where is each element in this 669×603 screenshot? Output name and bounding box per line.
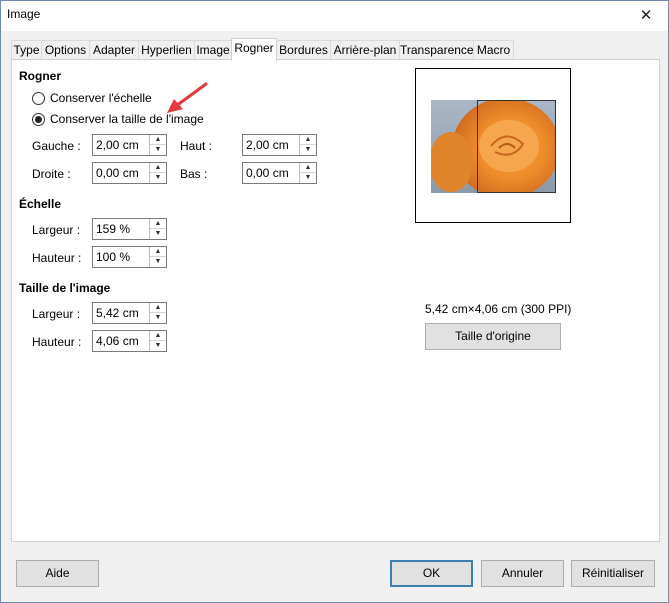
bottom-spin-buttons: ▲ ▼ — [299, 163, 316, 183]
spin-down-icon[interactable]: ▼ — [300, 145, 316, 155]
spin-down-icon[interactable]: ▼ — [150, 229, 166, 239]
crop-preview — [415, 68, 571, 223]
tab-crop[interactable]: Rogner — [231, 38, 277, 61]
scale-width-spinfield[interactable]: 159 % ▲ ▼ — [92, 218, 167, 240]
spin-down-icon[interactable]: ▼ — [150, 145, 166, 155]
tab-hyperlink[interactable]: Hyperlien — [138, 40, 195, 60]
top-label: Haut : — [180, 139, 213, 153]
annotation-arrow-shaft — [174, 82, 208, 108]
image-size-section-title: Taille de l'image — [19, 281, 111, 295]
bottom-label: Bas : — [180, 167, 208, 181]
tab-adapter[interactable]: Adapter — [89, 40, 139, 60]
title-bar: Image ✕ — [1, 1, 668, 31]
tab-borders[interactable]: Bordures — [276, 40, 331, 60]
image-height-label: Hauteur : — [32, 335, 82, 349]
left-spinfield[interactable]: 2,00 cm ▲ ▼ — [92, 134, 167, 156]
scale-section-title: Échelle — [19, 197, 62, 211]
original-size-button[interactable]: Taille d'origine — [425, 323, 561, 350]
window-title: Image — [7, 7, 41, 21]
tab-type[interactable]: Type — [11, 40, 42, 60]
crop-section-title: Rogner — [19, 69, 61, 83]
top-value: 2,00 cm — [246, 138, 289, 152]
right-label: Droite : — [32, 167, 71, 181]
top-spin-buttons: ▲ ▼ — [299, 135, 316, 155]
help-button[interactable]: Aide — [16, 560, 99, 587]
left-value: 2,00 cm — [96, 138, 139, 152]
scale-width-label: Largeur : — [32, 223, 81, 237]
scale-width-value: 159 % — [96, 222, 131, 236]
image-info-text: 5,42 cm×4,06 cm (300 PPI) — [425, 302, 572, 316]
spin-down-icon[interactable]: ▼ — [150, 341, 166, 351]
scale-height-value: 100 % — [96, 250, 131, 264]
keep-scale-radio[interactable] — [32, 92, 45, 105]
scale-height-spinfield[interactable]: 100 % ▲ ▼ — [92, 246, 167, 268]
annotation-arrow-icon — [167, 82, 208, 113]
bottom-spinfield[interactable]: 0,00 cm ▲ ▼ — [242, 162, 317, 184]
right-value: 0,00 cm — [96, 166, 139, 180]
image-dialog: Image ✕ Type Options Adapter Hyperlien I… — [0, 0, 669, 603]
spin-up-icon[interactable]: ▲ — [150, 303, 166, 313]
spin-down-icon[interactable]: ▼ — [150, 257, 166, 267]
spin-up-icon[interactable]: ▲ — [150, 247, 166, 257]
keep-size-radio[interactable] — [32, 113, 45, 126]
tab-background[interactable]: Arrière-plan — [330, 40, 400, 60]
tab-transparency[interactable]: Transparence — [399, 40, 474, 60]
crop-frame — [477, 100, 556, 193]
spin-up-icon[interactable]: ▲ — [300, 135, 316, 145]
scale-height-spin-buttons: ▲ ▼ — [149, 247, 166, 267]
image-height-value: 4,06 cm — [96, 334, 139, 348]
left-spin-buttons: ▲ ▼ — [149, 135, 166, 155]
image-height-spin-buttons: ▲ ▼ — [149, 331, 166, 351]
image-width-value: 5,42 cm — [96, 306, 139, 320]
image-width-spinfield[interactable]: 5,42 cm ▲ ▼ — [92, 302, 167, 324]
tab-image[interactable]: Image — [194, 40, 232, 60]
reset-button[interactable]: Réinitialiser — [571, 560, 655, 587]
right-spinfield[interactable]: 0,00 cm ▲ ▼ — [92, 162, 167, 184]
spin-up-icon[interactable]: ▲ — [150, 163, 166, 173]
ok-button[interactable]: OK — [390, 560, 473, 587]
spin-down-icon[interactable]: ▼ — [300, 173, 316, 183]
keep-scale-label: Conserver l'échelle — [50, 91, 152, 105]
image-width-spin-buttons: ▲ ▼ — [149, 303, 166, 323]
scale-height-label: Hauteur : — [32, 251, 82, 265]
spin-down-icon[interactable]: ▼ — [150, 173, 166, 183]
rose-side-petal — [431, 132, 473, 192]
bottom-value: 0,00 cm — [246, 166, 289, 180]
tab-macro[interactable]: Macro — [473, 40, 514, 60]
crop-panel: Rogner Conserver l'échelle Conserver la … — [11, 59, 660, 542]
top-spinfield[interactable]: 2,00 cm ▲ ▼ — [242, 134, 317, 156]
scale-width-spin-buttons: ▲ ▼ — [149, 219, 166, 239]
left-label: Gauche : — [32, 139, 81, 153]
image-height-spinfield[interactable]: 4,06 cm ▲ ▼ — [92, 330, 167, 352]
right-spin-buttons: ▲ ▼ — [149, 163, 166, 183]
spin-up-icon[interactable]: ▲ — [150, 135, 166, 145]
spin-up-icon[interactable]: ▲ — [150, 331, 166, 341]
spin-down-icon[interactable]: ▼ — [150, 313, 166, 323]
spin-up-icon[interactable]: ▲ — [300, 163, 316, 173]
tab-options[interactable]: Options — [41, 40, 90, 60]
close-button[interactable]: ✕ — [624, 1, 668, 30]
cancel-button[interactable]: Annuler — [481, 560, 564, 587]
image-width-label: Largeur : — [32, 307, 81, 321]
spin-up-icon[interactable]: ▲ — [150, 219, 166, 229]
